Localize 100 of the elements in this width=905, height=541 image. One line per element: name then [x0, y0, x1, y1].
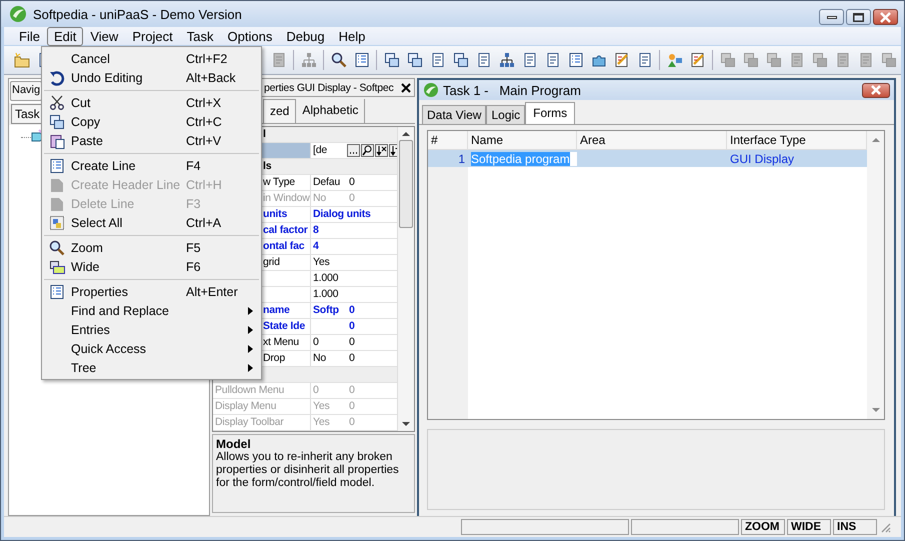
app-logo-icon [9, 5, 27, 23]
app-logo-icon [423, 82, 439, 98]
table-cell-text: 1.000 [312, 287, 340, 302]
table-cell-text: 0 [348, 399, 356, 414]
description-title: Model [216, 437, 252, 451]
window-title: Softpedia - uniPaaS - Demo Version [33, 6, 243, 22]
table-cell-text: Yes [312, 415, 331, 430]
status-indicator: INS [833, 519, 877, 535]
scroll-up-icon[interactable] [402, 131, 410, 137]
document-icon [48, 176, 64, 192]
table-cell-text: 4 [312, 239, 320, 254]
status-indicator: ZOOM [741, 519, 785, 535]
menu-item[interactable]: Cut Ctrl+X [42, 93, 261, 112]
menu-item[interactable]: Debug [279, 26, 332, 46]
table-cell-text: Yes [312, 399, 331, 414]
menu-item[interactable]: Properties Alt+Enter [42, 282, 261, 301]
table-cell: GUI Display [730, 152, 794, 166]
windows-icon[interactable] [452, 52, 468, 68]
table-cell: 1 [458, 152, 465, 166]
table-cell-text: 0 [348, 191, 356, 206]
maximize-icon [853, 12, 864, 22]
table-cell-text: No [312, 191, 328, 206]
scroll-down-icon[interactable] [402, 421, 410, 427]
magnifier-icon[interactable] [330, 52, 346, 68]
undo-icon [48, 70, 64, 86]
menu-item[interactable]: Create Line F4 [42, 156, 261, 175]
menu-item[interactable]: File [12, 26, 47, 46]
table-cell-text: No [312, 351, 328, 366]
table-cell-text: 0 [348, 303, 356, 318]
menu-item[interactable]: View [83, 26, 126, 46]
close-icon[interactable] [401, 82, 411, 92]
magnifier-icon [48, 240, 64, 256]
document-icon [48, 196, 64, 212]
close-button[interactable] [873, 9, 898, 25]
tab[interactable]: Logic [486, 105, 526, 124]
tab[interactable]: Forms [525, 102, 576, 124]
table-cell: Display Menu [213, 399, 311, 414]
table-cell-text: 0 [348, 351, 356, 366]
menu-item[interactable]: Task [180, 26, 221, 46]
table-cell-text: 8 [312, 223, 320, 238]
table-cell-text: 0 [348, 415, 356, 430]
table-cell: Pulldown Menu [213, 383, 311, 398]
window-icon [48, 258, 64, 274]
table-cell-text: 1.000 [312, 271, 340, 286]
table-cell-text: 0 [348, 335, 356, 350]
table-cell-text: Softp [312, 303, 340, 318]
scrollbar[interactable] [397, 127, 414, 431]
windows-icon[interactable] [384, 52, 400, 68]
list-icon [48, 284, 64, 300]
tab[interactable]: zed [263, 99, 296, 123]
folder-icon[interactable] [14, 52, 30, 68]
table-cell-text: [de [312, 143, 328, 158]
zoom-button[interactable] [361, 144, 374, 157]
table-cell: Display Toolbar [213, 415, 311, 430]
network-icon[interactable] [498, 52, 514, 68]
menu-item[interactable]: Options [220, 26, 280, 46]
document-icon[interactable] [476, 52, 492, 68]
table-cell-text: 0 [348, 319, 356, 334]
table-cell-text: Dialog units [312, 207, 372, 222]
navigator-dropdown[interactable]: Navig [10, 81, 42, 101]
document-icon[interactable] [636, 52, 652, 68]
paste-icon [48, 132, 64, 148]
table-row[interactable]: 1 Softpedia program GUI Display [428, 150, 867, 167]
scroll-thumb[interactable] [399, 140, 413, 228]
window-title: Task 1 - Main Program [443, 82, 582, 98]
maximize-button[interactable] [846, 9, 871, 25]
minimize-button[interactable] [819, 9, 844, 25]
select-all-icon [48, 214, 64, 230]
pencil-document-icon[interactable] [690, 52, 706, 68]
close-button[interactable] [862, 82, 890, 98]
windows-icon[interactable] [406, 52, 422, 68]
list-icon[interactable] [354, 52, 370, 68]
menu-item[interactable]: Cancel Ctrl+F2 [42, 49, 261, 68]
scissors-icon [48, 94, 64, 110]
table-cell-text: 0 [312, 335, 320, 350]
reset-button[interactable] [375, 144, 388, 157]
document-icon[interactable] [430, 52, 446, 68]
menu-item[interactable]: Project [125, 26, 180, 46]
status-indicator: WIDE [787, 519, 831, 535]
menu-item[interactable]: Edit [46, 26, 84, 46]
tab[interactable]: Data View [422, 105, 486, 124]
table-cell-text: Defau [312, 175, 342, 190]
table-cell-text: 0 [312, 383, 320, 398]
pencil-document-icon[interactable] [614, 52, 630, 68]
menu-item[interactable]: Undo Editing Alt+Back [42, 68, 261, 87]
minimize-icon [826, 16, 836, 18]
document-icon[interactable] [544, 52, 560, 68]
panel-title: perties GUI Display - Softpec [264, 82, 394, 94]
document-icon[interactable] [522, 52, 538, 68]
list-icon [48, 158, 64, 174]
table-cell-text: 0 [348, 383, 356, 398]
list-icon[interactable] [568, 52, 584, 68]
windows-icon [48, 114, 64, 130]
tab[interactable]: Task [11, 104, 44, 124]
shapes-icon[interactable] [666, 52, 682, 68]
resize-grip-icon[interactable] [879, 521, 891, 533]
menu-item[interactable]: Zoom F5 [42, 238, 261, 257]
close-icon [869, 85, 883, 95]
menu-item[interactable]: Help [332, 26, 372, 46]
ellipsis-button[interactable] [347, 144, 360, 157]
